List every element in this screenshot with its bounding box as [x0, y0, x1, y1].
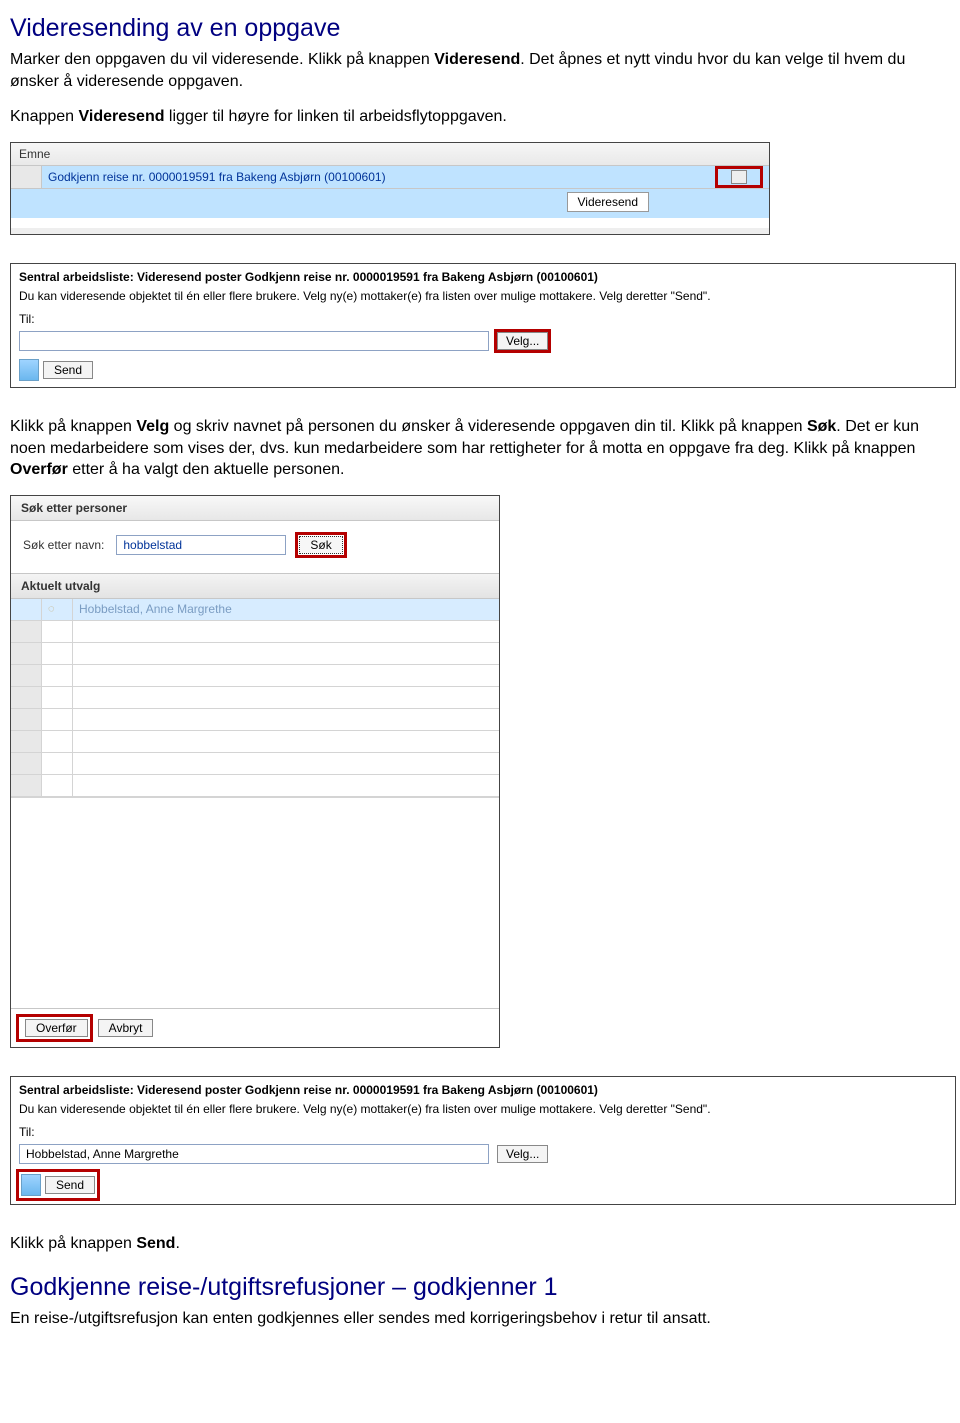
- send-indicator-icon: [19, 359, 39, 381]
- overfor-highlight: Overfør: [19, 1017, 90, 1039]
- results-header: Aktuelt utvalg: [11, 573, 499, 599]
- videresend-button[interactable]: Videresend: [567, 192, 650, 212]
- velg-highlight: Velg...: [497, 332, 548, 350]
- send-highlight: Send: [19, 1172, 97, 1198]
- screenshot-search-persons: Søk etter personer Søk etter navn: Søk A…: [10, 495, 500, 1048]
- bold-overfor: Overfør: [10, 461, 68, 478]
- bold-videresend: Videresend: [79, 108, 165, 125]
- send-indicator-icon: [21, 1174, 41, 1196]
- dialog-heading: Sentral arbeidsliste: Videresend poster …: [19, 270, 947, 284]
- forward-icon[interactable]: [731, 170, 747, 184]
- dialog-description: Du kan videresende objektet til én eller…: [19, 1101, 947, 1117]
- text: Knappen: [10, 108, 79, 125]
- search-label: Søk etter navn:: [23, 538, 104, 552]
- text: etter å ha valgt den aktuelle personen.: [68, 461, 345, 478]
- velg-button[interactable]: Velg...: [497, 332, 548, 350]
- text: ligger til høyre for linken til arbeidsf…: [164, 108, 506, 125]
- send-button[interactable]: Send: [43, 361, 93, 379]
- search-input[interactable]: [116, 535, 286, 555]
- bold-velg: Velg: [136, 418, 169, 435]
- bold-sok: Søk: [807, 418, 836, 435]
- text: og skriv navnet på personen du ønsker å …: [169, 418, 807, 435]
- empty-area: [11, 797, 499, 1008]
- text: Marker den oppgaven du vil videresende. …: [10, 51, 434, 68]
- results-grid: Hobbelstad, Anne Margrethe: [11, 599, 499, 797]
- section-paragraph: En reise-/utgiftsrefusjon kan enten godk…: [10, 1308, 950, 1330]
- result-row[interactable]: Hobbelstad, Anne Margrethe: [73, 599, 499, 621]
- search-title-bar: Søk etter personer: [11, 496, 499, 521]
- task-row[interactable]: Godkjenn reise nr. 0000019591 fra Bakeng…: [11, 166, 769, 189]
- bold-videresend: Videresend: [434, 51, 520, 68]
- til-input[interactable]: [19, 331, 489, 351]
- instruction-paragraph-4: Klikk på knappen Send.: [10, 1233, 950, 1255]
- section-subtitle: Godkjenne reise-/utgiftsrefusjoner – god…: [10, 1273, 950, 1302]
- til-label: Til:: [19, 1125, 947, 1139]
- overfor-button[interactable]: Overfør: [25, 1019, 88, 1037]
- text: .: [175, 1235, 179, 1252]
- column-header-emne: Emne: [11, 143, 769, 166]
- text: Klikk på knappen: [10, 1235, 136, 1252]
- text: Klikk på knappen: [10, 418, 136, 435]
- dialog-description: Du kan videresende objektet til én eller…: [19, 288, 947, 304]
- icon-column: [42, 599, 73, 797]
- selector-column: [11, 599, 42, 797]
- screenshot-task-list: Emne Godkjenn reise nr. 0000019591 fra B…: [10, 142, 770, 235]
- task-link[interactable]: Godkjenn reise nr. 0000019591 fra Bakeng…: [42, 170, 715, 184]
- name-column: Hobbelstad, Anne Margrethe: [73, 599, 499, 797]
- til-label: Til:: [19, 312, 947, 326]
- velg-button[interactable]: Velg...: [497, 1145, 548, 1163]
- dialog-heading: Sentral arbeidsliste: Videresend poster …: [19, 1083, 947, 1097]
- send-button[interactable]: Send: [45, 1176, 95, 1194]
- til-input[interactable]: [19, 1144, 489, 1164]
- screenshot-forward-dialog-filled: Sentral arbeidsliste: Videresend poster …: [10, 1076, 956, 1205]
- page-title: Videresending av en oppgave: [10, 14, 950, 43]
- forward-icon-highlight: [715, 166, 763, 188]
- screenshot-forward-dialog-empty: Sentral arbeidsliste: Videresend poster …: [10, 263, 956, 388]
- sok-button[interactable]: Søk: [299, 536, 342, 554]
- avbryt-button[interactable]: Avbryt: [98, 1019, 154, 1037]
- sok-highlight: Søk: [298, 535, 343, 555]
- row-selector-cell[interactable]: [11, 166, 42, 188]
- intro-paragraph-2: Knappen Videresend ligger til høyre for …: [10, 106, 950, 128]
- instruction-paragraph-3: Klikk på knappen Velg og skriv navnet på…: [10, 416, 950, 481]
- bold-send: Send: [136, 1235, 175, 1252]
- person-icon: [48, 603, 58, 615]
- intro-paragraph-1: Marker den oppgaven du vil videresende. …: [10, 49, 950, 92]
